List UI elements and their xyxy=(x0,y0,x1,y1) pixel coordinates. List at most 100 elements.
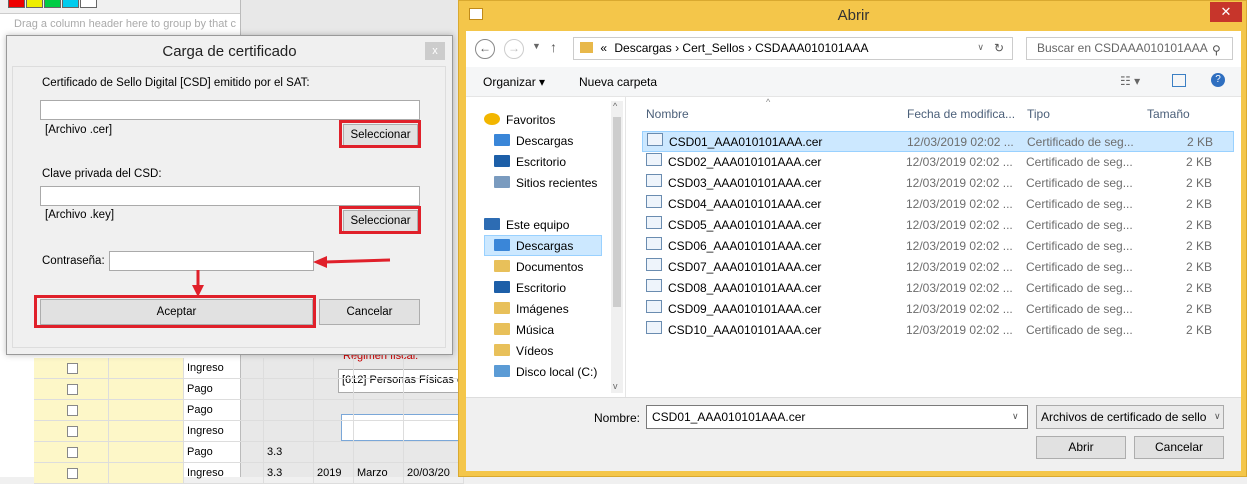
abrir-dialog: Abrir ✕ ← → ▼ ↑ « Descargas › Cert_Sello… xyxy=(458,0,1247,477)
file-type: Certificado de seg... xyxy=(1026,218,1133,232)
documents-icon xyxy=(494,260,510,272)
pc-header[interactable]: Este equipo xyxy=(484,215,569,236)
file-row[interactable]: CSD01_AAA010101AAA.cer 12/03/2019 02:02 .… xyxy=(642,131,1234,152)
file-size: 2 KB xyxy=(1185,302,1212,316)
file-name: CSD02_AAA010101AAA.cer xyxy=(668,155,822,169)
sidebar-scrollbar[interactable]: ^ v xyxy=(611,101,623,393)
file-name: CSD01_AAA010101AAA.cer xyxy=(669,135,823,149)
filename-input[interactable]: CSD01_AAA010101AAA.cer xyxy=(646,405,1028,429)
sidebar-item-descargas-pc[interactable]: Descargas xyxy=(494,236,573,257)
navigation-bar: ← → ▼ ↑ « Descargas › Cert_Sellos › CSDA… xyxy=(466,31,1241,67)
file-date: 12/03/2019 02:02 ... xyxy=(906,302,1013,316)
file-row[interactable]: CSD07_AAA010101AAA.cer 12/03/2019 02:02 .… xyxy=(642,257,1234,278)
sidebar-item-label: Descargas xyxy=(516,134,574,148)
file-name: CSD08_AAA010101AAA.cer xyxy=(668,281,822,295)
path-segment[interactable]: Cert_Sellos xyxy=(682,41,744,55)
annotation-arrows xyxy=(192,256,391,297)
file-name: CSD06_AAA010101AAA.cer xyxy=(668,239,822,253)
file-row[interactable]: CSD10_AAA010101AAA.cer 12/03/2019 02:02 .… xyxy=(642,320,1234,341)
file-size: 2 KB xyxy=(1185,218,1212,232)
sidebar-item-label: Disco local (C:) xyxy=(516,365,598,379)
column-header-date[interactable]: Fecha de modifica... xyxy=(907,107,1015,121)
file-date: 12/03/2019 02:02 ... xyxy=(906,239,1013,253)
up-arrow-icon[interactable]: ↑ xyxy=(550,39,557,55)
file-name: CSD10_AAA010101AAA.cer xyxy=(668,323,822,337)
file-date: 12/03/2019 02:02 ... xyxy=(906,260,1013,274)
recent-dropdown-icon[interactable]: ▼ xyxy=(532,41,541,51)
navigation-pane: Favoritos Descargas Escritorio Sitios re… xyxy=(466,97,626,397)
file-row[interactable]: CSD08_AAA010101AAA.cer 12/03/2019 02:02 .… xyxy=(642,278,1234,299)
sidebar-item-documentos[interactable]: Documentos xyxy=(494,257,583,278)
help-icon[interactable]: ? xyxy=(1211,73,1225,87)
path-segment[interactable]: CSDAAA010101AAA xyxy=(755,41,868,55)
sidebar-item-label: Sitios recientes xyxy=(516,176,598,190)
file-type: Certificado de seg... xyxy=(1026,239,1133,253)
file-row[interactable]: CSD04_AAA010101AAA.cer 12/03/2019 02:02 .… xyxy=(642,194,1234,215)
file-name: CSD09_AAA010101AAA.cer xyxy=(668,302,822,316)
chevron-down-icon[interactable]: ∨ xyxy=(1214,411,1221,422)
column-header-size[interactable]: Tamaño xyxy=(1147,107,1190,121)
scroll-thumb[interactable] xyxy=(613,117,621,307)
preview-pane-icon[interactable] xyxy=(1172,74,1186,87)
file-name: CSD04_AAA010101AAA.cer xyxy=(668,197,822,211)
close-button[interactable]: ✕ xyxy=(1210,2,1242,22)
scroll-down-icon[interactable]: v xyxy=(613,381,618,391)
sidebar-item-label: Escritorio xyxy=(516,155,567,169)
bottom-panel: Nombre: CSD01_AAA010101AAA.cer ∨ Archivo… xyxy=(466,397,1241,471)
file-type: Certificado de seg... xyxy=(1026,281,1133,295)
sidebar-item-label: Escritorio xyxy=(516,281,567,295)
pc-label: Este equipo xyxy=(506,218,570,232)
file-size: 2 KB xyxy=(1185,260,1212,274)
sidebar-item-descargas[interactable]: Descargas xyxy=(494,131,573,152)
file-list: Nombre ^ Fecha de modifica... Tipo Tamañ… xyxy=(628,97,1241,397)
recent-places-icon xyxy=(494,176,510,188)
sidebar-item-videos[interactable]: Vídeos xyxy=(494,341,553,362)
open-button[interactable]: Abrir xyxy=(1036,436,1126,459)
column-header-name[interactable]: Nombre xyxy=(646,107,689,121)
sidebar-item-escritorio-pc[interactable]: Escritorio xyxy=(494,278,566,299)
favorites-label: Favoritos xyxy=(506,113,556,127)
file-row[interactable]: CSD05_AAA010101AAA.cer 12/03/2019 02:02 .… xyxy=(642,215,1234,236)
file-name: CSD07_AAA010101AAA.cer xyxy=(668,260,822,274)
file-row[interactable]: CSD02_AAA010101AAA.cer 12/03/2019 02:02 .… xyxy=(642,152,1234,173)
column-header-type[interactable]: Tipo xyxy=(1027,107,1050,121)
sidebar-item-recientes[interactable]: Sitios recientes xyxy=(494,173,597,194)
folder-icon xyxy=(580,42,593,53)
dialog-title: Abrir xyxy=(837,7,870,24)
view-options-icon[interactable]: ☷ ▾ xyxy=(1120,74,1140,88)
file-type: Certificado de seg... xyxy=(1026,260,1133,274)
scroll-up-icon[interactable]: ^ xyxy=(613,101,617,111)
cancel-button[interactable]: Cancelar xyxy=(1134,436,1224,459)
new-folder-button[interactable]: Nueva carpeta xyxy=(579,75,657,89)
favorites-header[interactable]: Favoritos xyxy=(484,110,555,131)
file-size: 2 KB xyxy=(1185,239,1212,253)
file-date: 12/03/2019 02:02 ... xyxy=(906,218,1013,232)
chevron-down-icon[interactable]: ∨ xyxy=(1012,411,1019,422)
drive-icon xyxy=(494,365,510,377)
star-icon xyxy=(484,113,500,125)
arrow-line xyxy=(324,258,391,264)
search-icon[interactable]: ⚲ xyxy=(1212,43,1221,57)
sidebar-item-musica[interactable]: Música xyxy=(494,320,554,341)
sidebar-item-escritorio[interactable]: Escritorio xyxy=(494,152,566,173)
file-row[interactable]: CSD03_AAA010101AAA.cer 12/03/2019 02:02 .… xyxy=(642,173,1234,194)
address-bar[interactable]: « Descargas › Cert_Sellos › CSDAAA010101… xyxy=(573,37,1013,60)
file-date: 12/03/2019 02:02 ... xyxy=(906,323,1013,337)
back-arrow-icon[interactable]: ← xyxy=(475,39,495,59)
chevron-down-icon[interactable]: ∨ xyxy=(977,42,984,53)
desktop-icon xyxy=(494,281,510,293)
file-type-filter[interactable]: Archivos de certificado de sello xyxy=(1036,405,1224,429)
sidebar-item-imagenes[interactable]: Imágenes xyxy=(494,299,569,320)
music-icon xyxy=(494,323,510,335)
refresh-icon[interactable]: ↻ xyxy=(994,41,1004,55)
file-size: 2 KB xyxy=(1185,176,1212,190)
file-row[interactable]: CSD06_AAA010101AAA.cer 12/03/2019 02:02 .… xyxy=(642,236,1234,257)
forward-arrow-icon[interactable]: → xyxy=(504,39,524,59)
path-segment[interactable]: Descargas xyxy=(614,41,671,55)
organize-button[interactable]: Organizar ▾ xyxy=(483,75,545,89)
sidebar-item-disco-c[interactable]: Disco local (C:) xyxy=(494,362,597,383)
videos-icon xyxy=(494,344,510,356)
search-input[interactable]: Buscar en CSDAAA010101AAA xyxy=(1026,37,1233,60)
file-row[interactable]: CSD09_AAA010101AAA.cer 12/03/2019 02:02 .… xyxy=(642,299,1234,320)
sidebar-item-label: Descargas xyxy=(516,239,574,253)
